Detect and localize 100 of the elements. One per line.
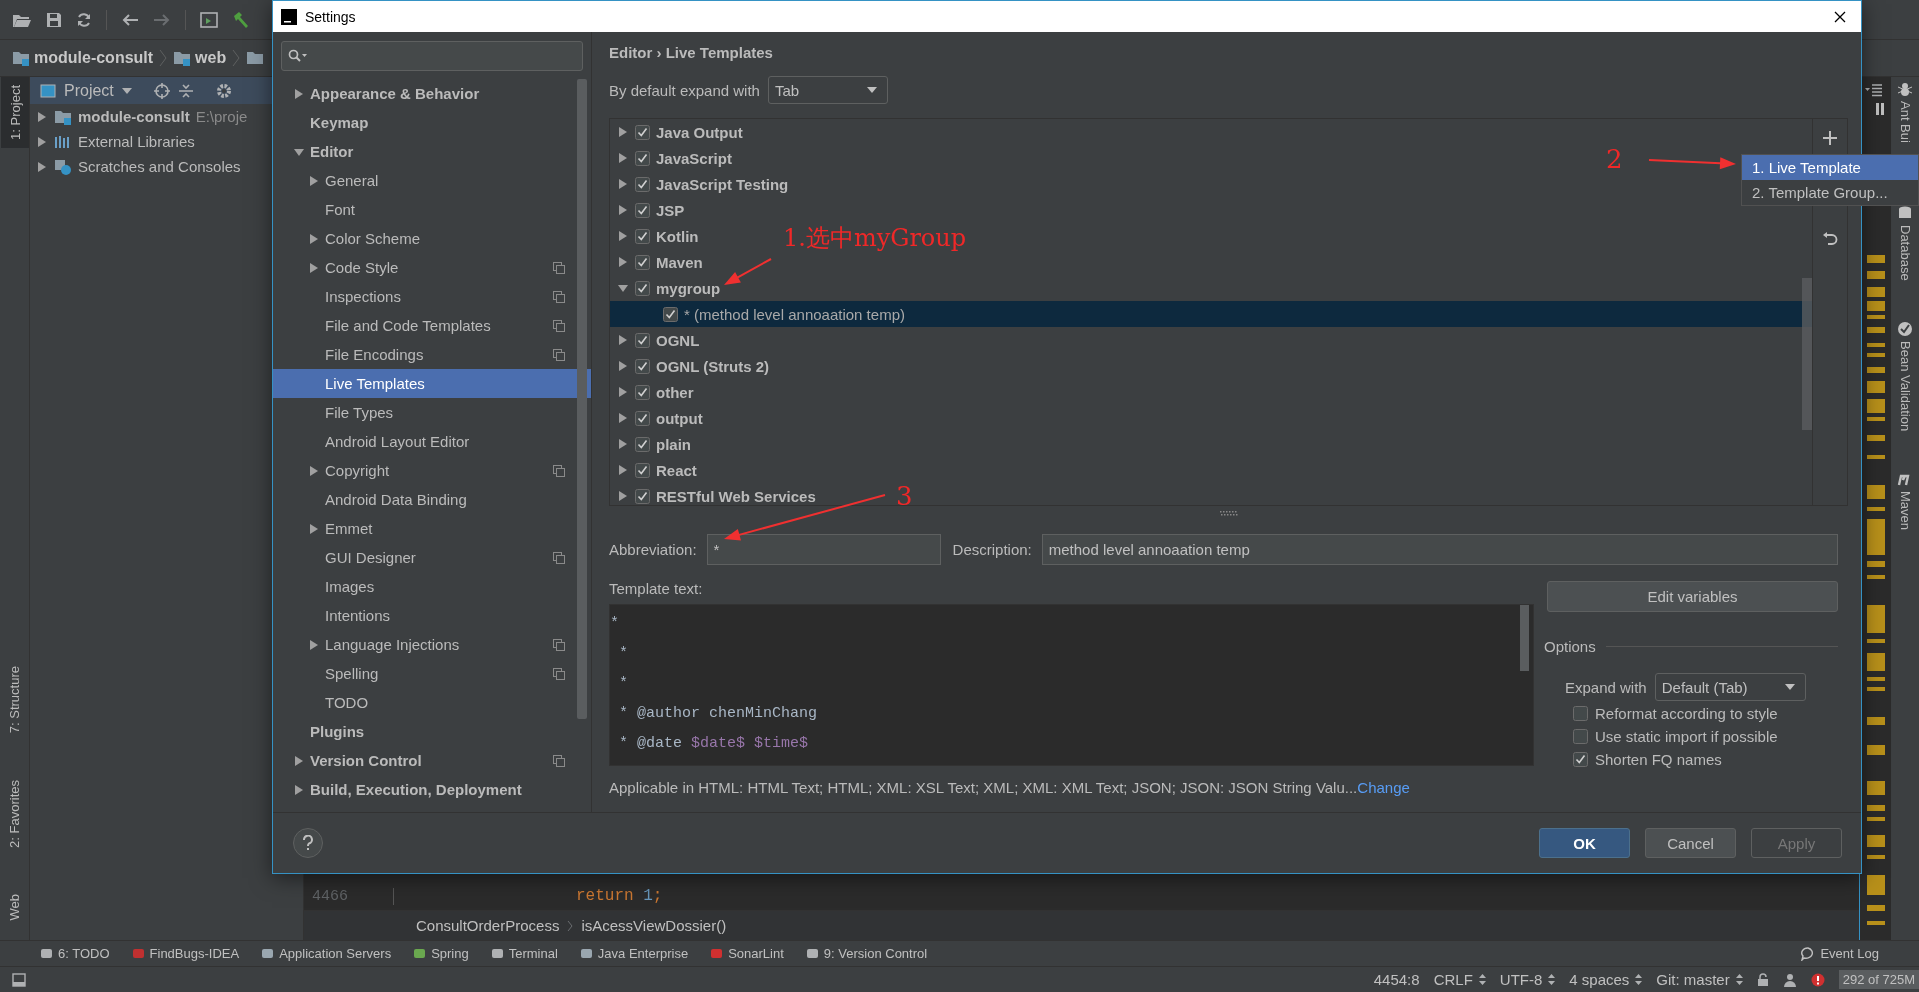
change-link[interactable]: Change: [1357, 778, 1410, 796]
checkbox-label[interactable]: Shorten FQ names: [1595, 751, 1722, 768]
checkbox[interactable]: [635, 280, 650, 296]
tool-window-tab[interactable]: Database: [1897, 224, 1913, 281]
template-group[interactable]: Maven: [610, 249, 709, 275]
template-group[interactable]: output: [610, 405, 709, 431]
person-icon[interactable]: [1782, 972, 1797, 987]
breadcrumb-item[interactable]: web: [173, 49, 227, 67]
expand-arrow-icon[interactable]: [308, 464, 320, 477]
settings-tree-item[interactable]: Language Injections: [273, 630, 591, 659]
checkbox[interactable]: [635, 462, 650, 478]
checkbox[interactable]: [635, 254, 650, 270]
settings-tree-item[interactable]: Images: [273, 572, 591, 601]
template-group[interactable]: OGNL: [610, 327, 706, 353]
template-group[interactable]: React: [610, 457, 703, 483]
settings-tree-item[interactable]: Intentions: [273, 601, 591, 630]
settings-tree-item[interactable]: Android Data Binding: [273, 485, 591, 514]
tool-window-button[interactable]: 6: TODO: [40, 946, 110, 961]
expand-arrow-icon[interactable]: [617, 126, 629, 138]
crosshair-icon[interactable]: [153, 82, 170, 99]
status-item[interactable]: Git: master: [1656, 971, 1743, 988]
save-icon[interactable]: [46, 11, 62, 28]
settings-tree-item[interactable]: File and Code Templates: [273, 311, 591, 340]
expand-arrow-icon[interactable]: [293, 754, 305, 767]
undo-icon[interactable]: [1822, 232, 1838, 246]
checkbox[interactable]: [635, 410, 650, 426]
template-group[interactable]: Java Output: [610, 119, 749, 145]
tool-window-tab[interactable]: Bean Validation: [1897, 340, 1913, 431]
expand-arrow-icon[interactable]: [617, 230, 629, 242]
expand-arrow-icon[interactable]: [36, 135, 48, 148]
hammer-icon[interactable]: [232, 10, 250, 29]
settings-tree-item[interactable]: Live Templates: [273, 369, 591, 398]
expand-arrow-icon[interactable]: [617, 438, 629, 450]
close-icon[interactable]: [1833, 9, 1847, 24]
settings-tree-item[interactable]: Emmet: [273, 514, 591, 543]
run-window-icon[interactable]: [200, 11, 218, 28]
template-group[interactable]: OGNL (Struts 2): [610, 353, 776, 379]
collapse-all-icon[interactable]: [177, 82, 194, 99]
settings-tree-item[interactable]: Color Scheme: [273, 224, 591, 253]
add-icon[interactable]: [1823, 131, 1837, 145]
template-group[interactable]: plain: [610, 431, 697, 457]
checkbox[interactable]: [635, 228, 650, 244]
template-group[interactable]: JavaScript Testing: [610, 171, 795, 197]
tool-window-tab[interactable]: Ant Bui: [1897, 101, 1913, 143]
panel-title[interactable]: Project: [64, 81, 114, 100]
settings-tree-item[interactable]: Font: [273, 195, 591, 224]
checkbox-label[interactable]: Use static import if possible: [1595, 728, 1778, 745]
expand-arrow-icon[interactable]: [293, 87, 305, 100]
settings-tree-item[interactable]: TODO: [273, 688, 591, 717]
ant-icon[interactable]: [1897, 81, 1913, 97]
tool-window-tab[interactable]: 2: Favorites: [3, 771, 26, 856]
checkbox[interactable]: [635, 202, 650, 218]
checkbox[interactable]: [1573, 729, 1588, 744]
checkbox[interactable]: [635, 124, 650, 140]
expand-arrow-icon[interactable]: [617, 490, 629, 502]
scrollbar[interactable]: [577, 79, 587, 719]
bean-icon[interactable]: [1897, 320, 1913, 337]
checkbox[interactable]: [635, 176, 650, 192]
settings-tree-item[interactable]: Copyright: [273, 456, 591, 485]
settings-tree-item[interactable]: Build, Execution, Deployment: [273, 775, 591, 804]
edit-variables-button[interactable]: Edit variables: [1547, 581, 1838, 612]
checkbox[interactable]: [635, 332, 650, 348]
checkbox[interactable]: [1573, 752, 1588, 767]
event-log-button[interactable]: Event Log: [1801, 946, 1879, 961]
description-field[interactable]: method level annoaation temp: [1041, 534, 1838, 565]
checkbox[interactable]: [635, 358, 650, 374]
settings-tree-item[interactable]: Inspections: [273, 282, 591, 311]
breadcrumb-item[interactable]: ConsultOrderProcess: [416, 917, 560, 934]
template-group[interactable]: JavaScript: [610, 145, 738, 171]
back-arrow-icon[interactable]: [121, 11, 139, 28]
tool-window-button[interactable]: SonarLint: [710, 946, 784, 961]
tool-window-tab[interactable]: Maven: [1897, 490, 1913, 530]
settings-tree-item[interactable]: GUI Designer: [273, 543, 591, 572]
dialog-button[interactable]: OK: [1539, 828, 1630, 858]
template-text-editor[interactable]: * * * * @author chenMinChang * @date $date$ $time$: [609, 604, 1534, 766]
template-group[interactable]: JSP: [610, 197, 691, 223]
expand-arrow-icon[interactable]: [36, 110, 48, 123]
expand-arrow-icon[interactable]: [617, 360, 629, 372]
status-item[interactable]: 4 spaces: [1569, 971, 1643, 988]
expand-with-dropdown[interactable]: Default (Tab): [1654, 673, 1806, 701]
expand-arrow-icon[interactable]: [36, 160, 48, 173]
scrollbar[interactable]: [1802, 278, 1812, 430]
error-icon[interactable]: [1810, 972, 1825, 987]
settings-tree-item[interactable]: File Encodings: [273, 340, 591, 369]
collapse-arrow-icon[interactable]: [617, 282, 629, 294]
expand-arrow-icon[interactable]: [293, 783, 305, 796]
settings-tree-item[interactable]: Plugins: [273, 717, 591, 746]
template-group[interactable]: other: [610, 379, 700, 405]
status-item[interactable]: UTF-8: [1499, 971, 1556, 988]
settings-tree-item[interactable]: Code Style: [273, 253, 591, 282]
tool-window-button[interactable]: Terminal: [490, 946, 558, 961]
expand-arrow-icon[interactable]: [617, 464, 629, 476]
expand-arrow-icon[interactable]: [617, 152, 629, 164]
breadcrumb-item[interactable]: module-consult: [12, 49, 154, 67]
tool-window-button[interactable]: Application Servers: [261, 946, 392, 961]
checkbox[interactable]: [1573, 706, 1588, 721]
checkbox[interactable]: [663, 306, 678, 322]
breadcrumb-item[interactable]: isAcessViewDossier(): [581, 917, 727, 934]
expand-arrow-icon[interactable]: [308, 638, 320, 651]
caret-position[interactable]: 4454:8: [1373, 971, 1420, 988]
